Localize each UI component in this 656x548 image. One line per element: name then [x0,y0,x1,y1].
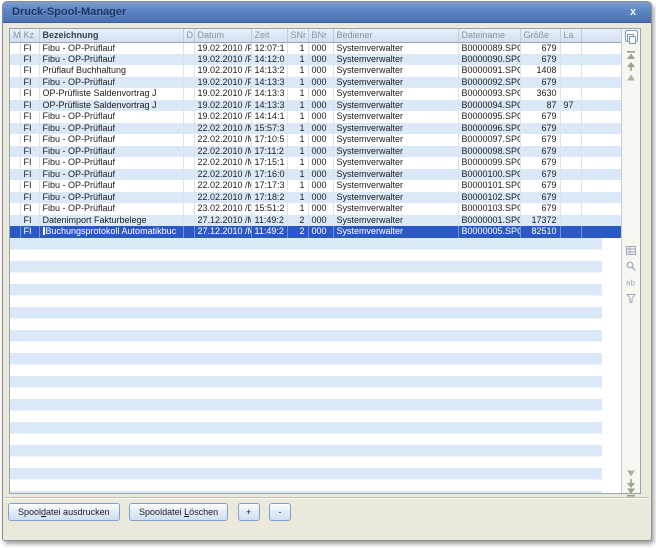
column-header-m[interactable]: M [10,29,20,42]
table-row[interactable]: FI Fibu - OP-Prüflauf 22.02.2010 /Mo 17:… [10,146,622,158]
print-spool-file-button[interactable]: Spooldatei ausdrucken [8,503,120,521]
scroll-down-icon[interactable] [626,465,637,475]
plus-button[interactable]: + [238,503,260,521]
table-row[interactable]: FI Fibu - OP-Prüflauf 19.02.2010 /Fr 12:… [10,42,622,54]
table-row[interactable]: FI Fibu - OP-Prüflauf 22.02.2010 /Mo 17:… [10,192,622,204]
column-header-bezeichnung[interactable]: Bezeichnung [39,29,183,42]
column-header-bnr[interactable]: BNr [308,29,333,42]
delete-spool-file-button[interactable]: Spooldatei Löschen [129,503,228,521]
scroll-up-fast-icon[interactable] [626,58,637,68]
column-header-datum[interactable]: Datum [194,29,251,42]
copy-to-clipboard-icon[interactable] [625,30,638,42]
grid-side-toolbar: ab [621,29,640,493]
header-row: M Kz Bezeichnung D Datum Zeit SNr BNr Be… [10,29,622,42]
table-row[interactable]: FI Fibu - OP-Prüflauf 22.02.2010 /Mo 17:… [10,157,622,169]
column-header-la[interactable]: La [560,29,581,42]
table-row[interactable]: FI Fibu - OP-Prüflauf 23.02.2010 /Di 15:… [10,203,622,215]
separator [5,497,649,499]
table-row[interactable]: FI Fibu - OP-Prüflauf 19.02.2010 /Fr 14:… [10,54,622,66]
table-row[interactable]: FI Fibu - OP-Prüflauf 22.02.2010 /Mo 17:… [10,169,622,181]
text-caret [43,227,45,235]
column-header-snr[interactable]: SNr [287,29,308,42]
column-header-groesse[interactable]: Größe [520,29,560,42]
window-title: Druck-Spool-Manager [12,6,126,18]
column-header-d[interactable]: D [183,29,194,42]
svg-text:ab: ab [626,279,635,288]
table-row[interactable]: FI OP-Prüfliste Saldenvortrag J 19.02.20… [10,100,622,112]
search-icon[interactable] [626,258,637,268]
column-header-bediener[interactable]: Bediener [333,29,458,42]
table-row[interactable]: FI Buchungsprotokoll Automatikbuc 27.12.… [10,226,622,238]
column-header-kz[interactable]: Kz [20,29,39,42]
empty-rows-area [10,238,602,493]
minus-button[interactable]: - [269,503,291,521]
table-row[interactable]: FI Fibu - OP-Prüflauf 19.02.2010 /Fr 14:… [10,111,622,123]
sort-icon[interactable]: ab [626,274,637,284]
column-header-filler [581,29,622,42]
scroll-to-bottom-icon[interactable] [626,484,637,494]
table-row[interactable]: FI Fibu - OP-Prüflauf 22.02.2010 /Mo 17:… [10,180,622,192]
button-row: Spooldatei ausdrucken Spooldatei Löschen… [8,502,296,521]
spool-file-table: M Kz Bezeichnung D Datum Zeit SNr BNr Be… [10,29,622,238]
table-row[interactable]: FI Datenimport Fakturbelege 27.12.2010 /… [10,215,622,227]
grid-view-icon[interactable] [626,242,637,252]
table-row[interactable]: FI Fibu - OP-Prüflauf 19.02.2010 /Fr 14:… [10,77,622,89]
grid-body: FI Fibu - OP-Prüflauf 19.02.2010 /Fr 12:… [10,42,622,238]
column-header-dateiname[interactable]: Dateiname [458,29,520,42]
close-button[interactable]: x [626,5,640,19]
table-row[interactable]: FI OP-Prüfliste Saldenvortrag J 19.02.20… [10,88,622,100]
spool-file-grid: M Kz Bezeichnung D Datum Zeit SNr BNr Be… [9,28,641,494]
scroll-up-icon[interactable] [626,69,637,79]
filter-icon[interactable] [626,290,637,300]
table-row[interactable]: FI Prüflauf Buchhaltung 19.02.2010 /Fr 1… [10,65,622,77]
titlebar[interactable]: Druck-Spool-Manager x [3,2,651,23]
table-row[interactable]: FI Fibu - OP-Prüflauf 22.02.2010 /Mo 17:… [10,134,622,146]
scroll-to-top-icon[interactable] [626,47,637,57]
column-header-zeit[interactable]: Zeit [251,29,287,42]
table-row[interactable]: FI Fibu - OP-Prüflauf 22.02.2010 /Mo 15:… [10,123,622,135]
druck-spool-manager-window: Druck-Spool-Manager x M Kz Bezeichnung D… [2,1,652,541]
